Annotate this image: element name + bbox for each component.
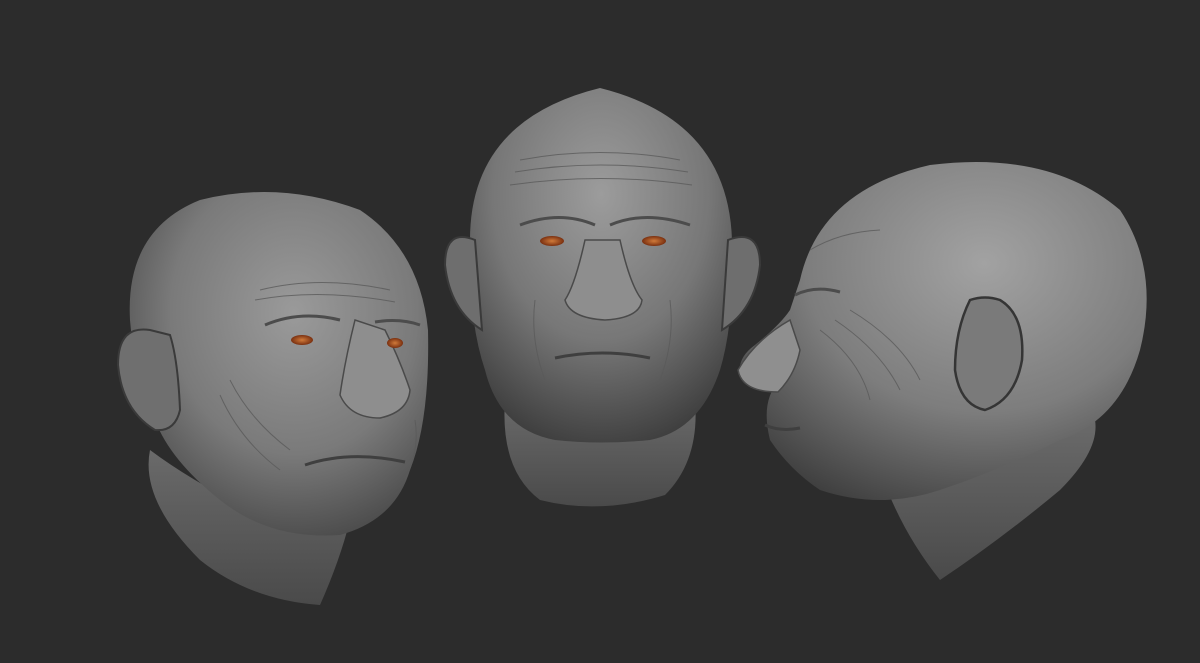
- eye-center-a: [540, 236, 564, 246]
- head-three-quarter: [116, 192, 429, 605]
- eye-center-b: [642, 236, 666, 246]
- eye-left-b: [387, 338, 403, 348]
- ear-center-left: [443, 236, 484, 332]
- head-profile: [737, 162, 1147, 580]
- head-front: [443, 88, 762, 507]
- ear-left: [116, 328, 182, 432]
- sculpt-render: [116, 88, 1147, 605]
- viewport-canvas: [0, 0, 1200, 663]
- ear-center-right: [720, 236, 762, 332]
- eye-left-a: [291, 335, 313, 345]
